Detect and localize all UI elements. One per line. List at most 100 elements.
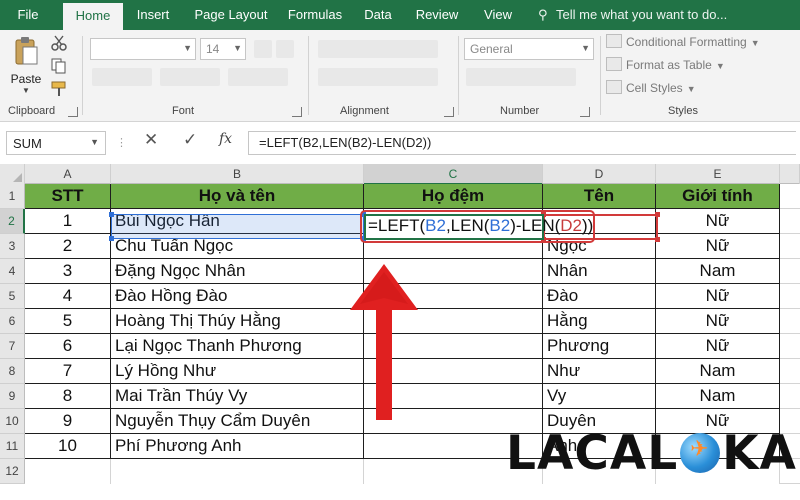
gender-cell[interactable]: Nam xyxy=(656,359,780,384)
cell-styles-button[interactable]: Cell Styles ▼ xyxy=(606,80,696,100)
stt-cell[interactable]: 9 xyxy=(25,409,111,434)
conditional-formatting-button[interactable]: Conditional Formatting ▼ xyxy=(606,34,760,54)
name-cell[interactable]: Hoàng Thị Thúy Hằng xyxy=(111,309,364,334)
last-name-cell[interactable]: Phương xyxy=(543,334,656,359)
font-launcher-icon[interactable] xyxy=(292,107,302,117)
name-cell[interactable]: Nguyễn Thụy Cẩm Duyên xyxy=(111,409,364,434)
tab-view[interactable]: View xyxy=(476,0,520,30)
stt-cell[interactable]: 3 xyxy=(25,259,111,284)
name-cell[interactable]: Lại Ngọc Thanh Phương xyxy=(111,334,364,359)
range-handle[interactable] xyxy=(655,212,660,217)
row-header-5[interactable]: 5 xyxy=(0,284,25,309)
stt-cell[interactable]: 10 xyxy=(25,434,111,459)
column-header-a[interactable]: A xyxy=(25,164,111,184)
column-header-f[interactable] xyxy=(780,164,800,184)
row-header-11[interactable]: 11 xyxy=(0,434,25,459)
row-header-4[interactable]: 4 xyxy=(0,259,25,284)
cancel-icon[interactable]: ✕ xyxy=(144,130,158,150)
gender-cell[interactable]: Nữ xyxy=(656,209,780,234)
tab-insert[interactable]: Insert xyxy=(126,0,180,30)
gender-cell[interactable]: Nam xyxy=(656,384,780,409)
font-style-buttons[interactable] xyxy=(92,68,152,86)
gender-cell[interactable]: Nữ xyxy=(656,284,780,309)
stt-cell[interactable]: 5 xyxy=(25,309,111,334)
format-painter-icon[interactable] xyxy=(50,80,68,98)
chevron-down-icon: ▼ xyxy=(686,84,696,94)
gender-cell[interactable]: Nam xyxy=(656,259,780,284)
header-cell[interactable]: Họ đệm xyxy=(364,184,543,209)
column-header-d[interactable]: D xyxy=(543,164,656,184)
row-header-12[interactable]: 12 xyxy=(0,459,25,484)
formula-input[interactable]: =LEFT(B2,LEN(B2)-LEN(D2)) xyxy=(248,131,796,155)
range-handle[interactable] xyxy=(655,237,660,242)
vertical-align-buttons[interactable] xyxy=(318,40,438,58)
gridline xyxy=(780,233,800,234)
cut-icon[interactable] xyxy=(50,34,68,52)
paste-button[interactable]: Paste ▼ xyxy=(6,36,46,95)
row-header-1[interactable]: 1 xyxy=(0,184,25,209)
row-header-6[interactable]: 6 xyxy=(0,309,25,334)
name-cell[interactable]: Lý Hồng Như xyxy=(111,359,364,384)
range-handle[interactable] xyxy=(109,212,114,217)
column-header-c[interactable]: C xyxy=(364,164,543,185)
name-cell[interactable]: Mai Trần Thúy Vy xyxy=(111,384,364,409)
stt-cell[interactable]: 2 xyxy=(25,234,111,259)
tell-me-search[interactable]: ⚲ Tell me what you want to do... xyxy=(538,0,727,30)
border-fill-buttons[interactable] xyxy=(160,68,220,86)
tab-page-layout[interactable]: Page Layout xyxy=(186,0,276,30)
tab-data[interactable]: Data xyxy=(356,0,400,30)
row-header-7[interactable]: 7 xyxy=(0,334,25,359)
name-box[interactable]: SUM ▼ xyxy=(6,131,106,155)
last-name-cell[interactable]: Vy xyxy=(543,384,656,409)
tab-home[interactable]: Home xyxy=(63,3,123,30)
row-header-2[interactable]: 2 xyxy=(0,209,25,234)
select-all-button[interactable] xyxy=(0,164,25,184)
font-color-buttons[interactable] xyxy=(228,68,288,86)
name-cell[interactable]: Phí Phương Anh xyxy=(111,434,364,459)
row-header-8[interactable]: 8 xyxy=(0,359,25,384)
tab-formulas[interactable]: Formulas xyxy=(282,0,348,30)
last-name-cell[interactable]: Như xyxy=(543,359,656,384)
drag-handle-icon[interactable]: ⋮ xyxy=(116,136,127,149)
number-format-buttons[interactable] xyxy=(466,68,576,86)
gender-cell[interactable]: Nữ xyxy=(656,334,780,359)
number-format-dropdown[interactable]: General ▼ xyxy=(464,38,594,60)
number-launcher-icon[interactable] xyxy=(580,107,590,117)
column-header-e[interactable]: E xyxy=(656,164,780,184)
copy-icon[interactable] xyxy=(50,57,68,75)
last-name-cell[interactable]: Nhân xyxy=(543,259,656,284)
font-size-dropdown[interactable]: 14 ▼ xyxy=(200,38,246,60)
increase-font-icon[interactable] xyxy=(254,40,272,58)
gender-cell[interactable]: Nữ xyxy=(656,309,780,334)
header-cell[interactable]: Họ và tên xyxy=(111,184,364,209)
header-cell[interactable]: Tên xyxy=(543,184,656,209)
decrease-font-icon[interactable] xyxy=(276,40,294,58)
column-header-b[interactable]: B xyxy=(111,164,364,184)
alignment-launcher-icon[interactable] xyxy=(444,107,454,117)
gender-cell[interactable]: Nữ xyxy=(656,234,780,259)
stt-cell[interactable]: 4 xyxy=(25,284,111,309)
tab-file[interactable]: File xyxy=(0,0,56,30)
format-as-table-button[interactable]: Format as Table ▼ xyxy=(606,57,725,77)
horizontal-align-buttons[interactable] xyxy=(318,68,438,86)
name-cell[interactable]: Đặng Ngọc Nhân xyxy=(111,259,364,284)
stt-cell[interactable]: 8 xyxy=(25,384,111,409)
range-handle[interactable] xyxy=(109,236,114,241)
insert-function-icon[interactable]: fx xyxy=(219,131,232,147)
clipboard-launcher-icon[interactable] xyxy=(68,107,78,117)
last-name-cell[interactable]: Hằng xyxy=(543,309,656,334)
stt-cell[interactable]: 7 xyxy=(25,359,111,384)
row-header-3[interactable]: 3 xyxy=(0,234,25,259)
paste-label: Paste xyxy=(10,72,42,86)
font-name-dropdown[interactable]: ▼ xyxy=(90,38,196,60)
header-cell[interactable]: STT xyxy=(25,184,111,209)
header-cell[interactable]: Giới tính xyxy=(656,184,780,209)
tab-review[interactable]: Review xyxy=(406,0,468,30)
last-name-cell[interactable]: Đào xyxy=(543,284,656,309)
enter-check-icon[interactable]: ✓ xyxy=(183,130,197,150)
row-header-9[interactable]: 9 xyxy=(0,384,25,409)
stt-cell[interactable]: 6 xyxy=(25,334,111,359)
row-header-10[interactable]: 10 xyxy=(0,409,25,434)
name-cell[interactable]: Đào Hồng Đào xyxy=(111,284,364,309)
stt-cell[interactable]: 1 xyxy=(25,209,111,234)
